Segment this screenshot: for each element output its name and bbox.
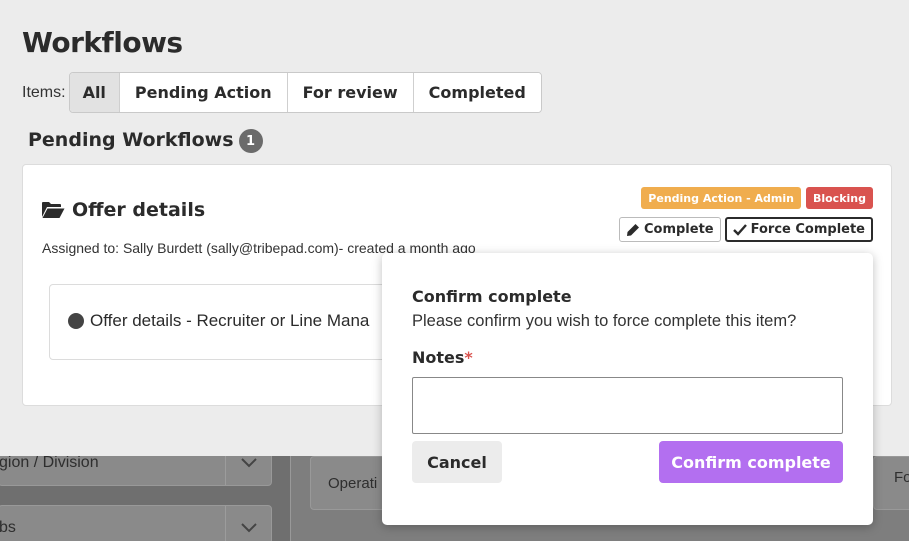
tab-pending-action[interactable]: Pending Action <box>119 73 288 112</box>
status-badges: Pending Action - Admin Blocking <box>641 187 873 209</box>
popover-title: Confirm complete <box>412 287 572 306</box>
workflow-title-text: Offer details <box>72 199 206 221</box>
background-side-card: Fo <box>873 456 909 510</box>
items-filter-label: Items: <box>22 83 66 101</box>
folder-open-icon <box>42 202 65 218</box>
status-badge-blocking: Blocking <box>805 187 873 209</box>
count-badge: 1 <box>238 129 263 153</box>
workflow-actions: Complete Force Complete <box>618 217 873 242</box>
notes-label-text: Notes <box>412 348 465 367</box>
background-field-label: gion / Division <box>0 454 99 471</box>
tab-for-review[interactable]: For review <box>287 73 414 112</box>
background-jobs-select: bs <box>0 505 272 541</box>
complete-button-label: Complete <box>643 222 714 237</box>
tab-completed[interactable]: Completed <box>413 73 541 112</box>
notes-field[interactable] <box>412 377 843 434</box>
pending-workflows-heading: Pending Workflows 1 <box>28 127 263 153</box>
step-item: Offer details - Recruiter or Line Mana <box>68 311 369 331</box>
confirm-complete-button[interactable]: Confirm complete <box>659 441 843 483</box>
tab-all[interactable]: All <box>69 73 120 112</box>
required-mark: * <box>464 348 473 367</box>
page-title: Workflows <box>22 26 183 59</box>
cancel-button[interactable]: Cancel <box>412 441 502 483</box>
items-filter: Items: All Pending Action For review Com… <box>22 72 542 113</box>
chevron-down-icon <box>225 506 271 541</box>
status-dot-icon <box>68 313 84 329</box>
popover-message: Please confirm you wish to force complet… <box>412 312 797 330</box>
status-badge-pending: Pending Action - Admin <box>641 187 801 209</box>
section-title: Pending Workflows <box>28 129 234 151</box>
force-complete-button-label: Force Complete <box>750 222 865 237</box>
complete-button[interactable]: Complete <box>618 217 721 242</box>
force-complete-button[interactable]: Force Complete <box>724 217 873 242</box>
notes-label: Notes* <box>412 348 473 367</box>
workflow-title: Offer details <box>41 199 205 221</box>
check-icon <box>732 223 747 236</box>
step-label: Offer details - Recruiter or Line Mana <box>90 311 370 330</box>
items-filter-tabs: All Pending Action For review Completed <box>68 72 542 113</box>
confirm-complete-popover: Confirm complete Please confirm you wish… <box>382 253 873 525</box>
pencil-icon <box>626 223 639 236</box>
background-field-label: bs <box>0 519 16 536</box>
